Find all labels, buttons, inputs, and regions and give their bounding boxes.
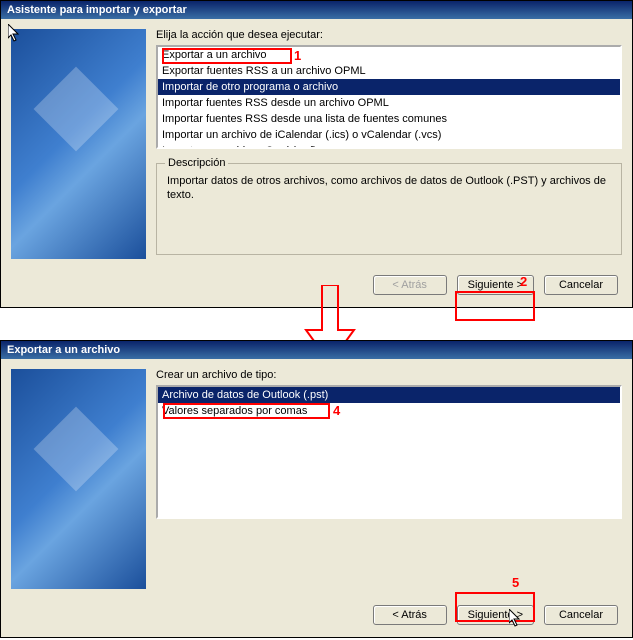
list-item[interactable]: Importar un archivo vCard (.vcf) bbox=[158, 143, 620, 149]
list-item[interactable]: Importar de otro programa o archivo bbox=[158, 79, 620, 95]
wizard-side-image bbox=[11, 29, 146, 259]
list-item[interactable]: Exportar a un archivo bbox=[158, 47, 620, 63]
button-row: < Atrás Siguiente > Cancelar bbox=[1, 265, 632, 307]
list-item[interactable]: Archivo de datos de Outlook (.pst) bbox=[158, 387, 620, 403]
button-row: < Atrás Siguiente > Cancelar bbox=[1, 595, 632, 637]
description-group: Descripción Importar datos de otros arch… bbox=[156, 163, 622, 255]
wizard-dialog-import-export: Asistente para importar y exportar Elija… bbox=[0, 0, 633, 308]
back-button[interactable]: < Atrás bbox=[373, 605, 447, 625]
cancel-button[interactable]: Cancelar bbox=[544, 605, 618, 625]
list-item[interactable]: Exportar fuentes RSS a un archivo OPML bbox=[158, 63, 620, 79]
cancel-button[interactable]: Cancelar bbox=[544, 275, 618, 295]
list-item[interactable]: Importar un archivo de iCalendar (.ics) … bbox=[158, 127, 620, 143]
dialog-title: Asistente para importar y exportar bbox=[1, 1, 632, 19]
dialog-title: Exportar a un archivo bbox=[1, 341, 632, 359]
list-item[interactable]: Importar fuentes RSS desde un archivo OP… bbox=[158, 95, 620, 111]
list-item[interactable]: Valores separados por comas bbox=[158, 403, 620, 419]
file-type-listbox[interactable]: Archivo de datos de Outlook (.pst)Valore… bbox=[156, 385, 622, 519]
list-item[interactable]: Importar fuentes RSS desde una lista de … bbox=[158, 111, 620, 127]
wizard-side-image bbox=[11, 369, 146, 589]
next-button[interactable]: Siguiente > bbox=[457, 275, 534, 295]
instruction-label: Crear un archivo de tipo: bbox=[156, 369, 622, 381]
wizard-dialog-export-file: Exportar a un archivo Crear un archivo d… bbox=[0, 340, 633, 638]
instruction-label: Elija la acción que desea ejecutar: bbox=[156, 29, 622, 41]
action-listbox[interactable]: Exportar a un archivoExportar fuentes RS… bbox=[156, 45, 622, 149]
description-text: Importar datos de otros archivos, como a… bbox=[167, 174, 611, 202]
next-button[interactable]: Siguiente > bbox=[457, 605, 534, 625]
description-legend: Descripción bbox=[165, 157, 228, 169]
back-button: < Atrás bbox=[373, 275, 447, 295]
